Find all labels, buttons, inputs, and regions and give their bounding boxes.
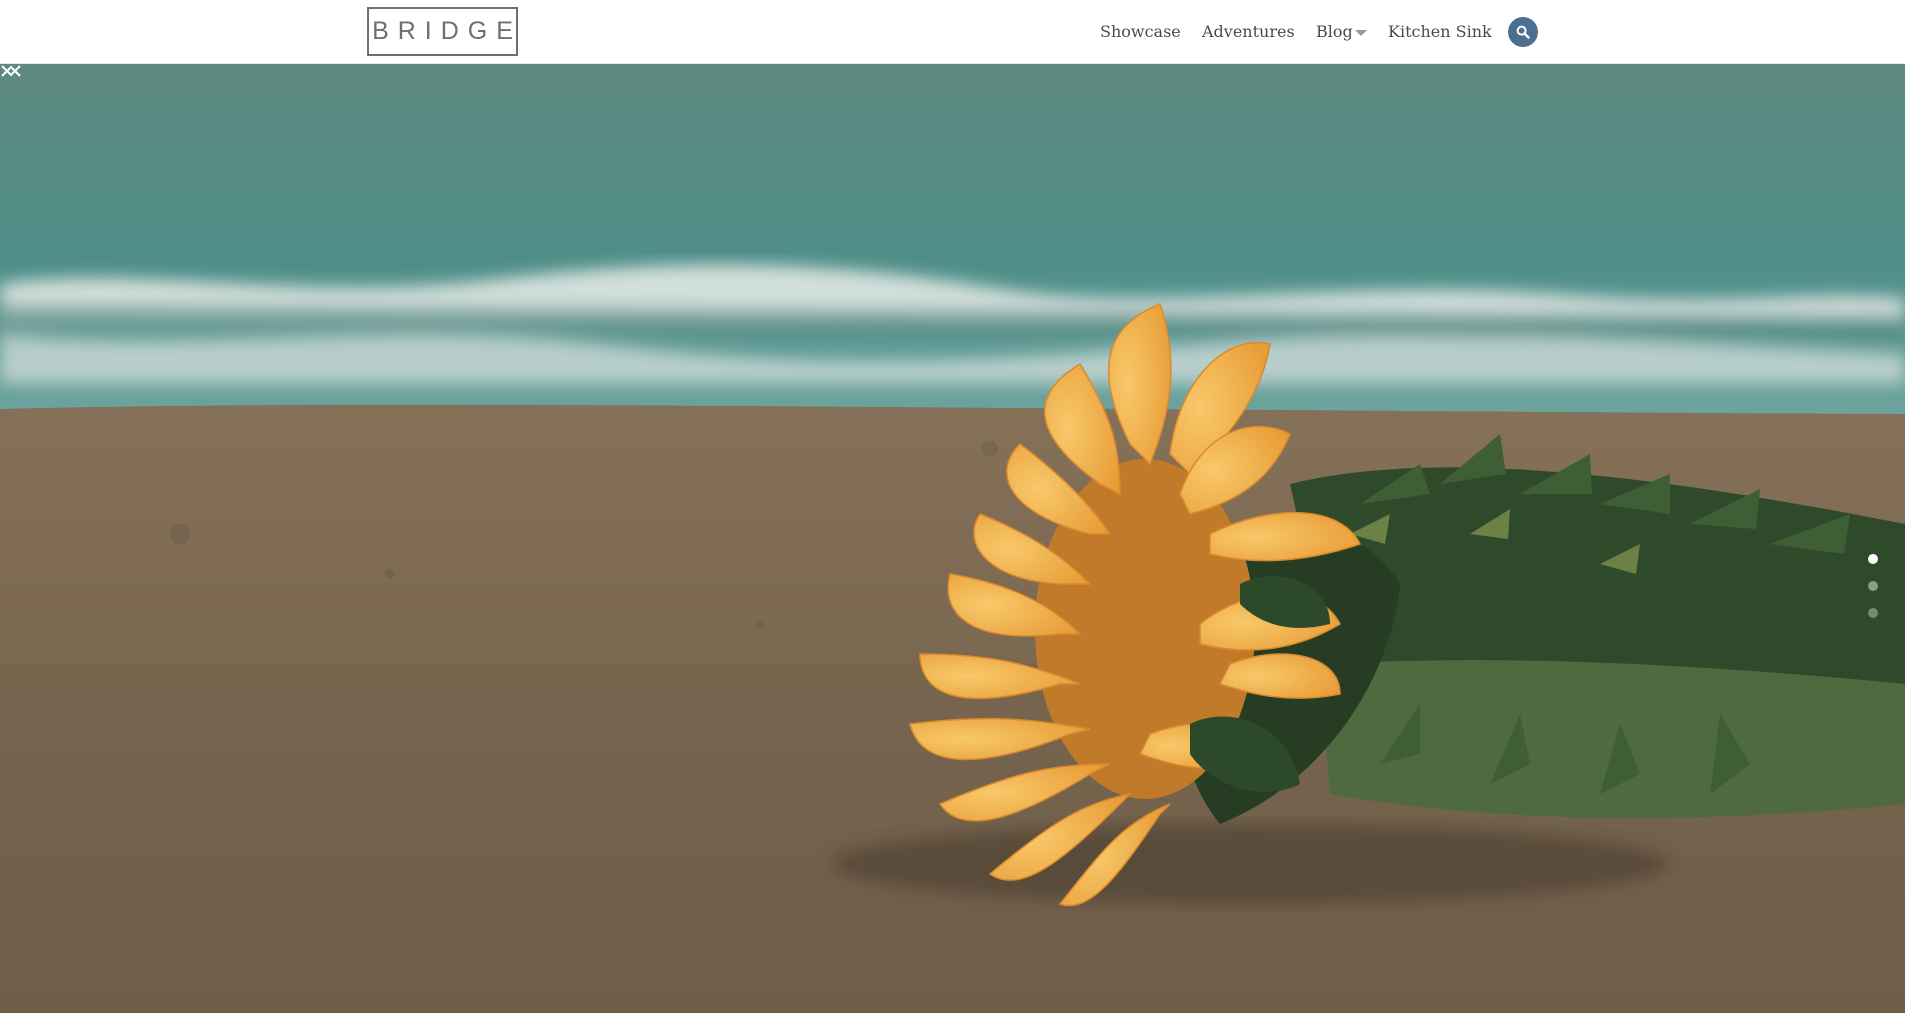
search-icon bbox=[1516, 25, 1530, 39]
hero-slider bbox=[0, 64, 1905, 1013]
nav-item-kitchen-sink[interactable]: Kitchen Sink bbox=[1388, 20, 1492, 44]
chevron-down-icon[interactable] bbox=[0, 64, 22, 78]
nav-item-adventures[interactable]: Adventures bbox=[1202, 20, 1295, 44]
site-logo[interactable]: BRIDGE bbox=[367, 7, 518, 56]
nav-item-showcase[interactable]: Showcase bbox=[1100, 20, 1181, 44]
slider-dot-1[interactable] bbox=[1868, 554, 1878, 564]
site-header: BRIDGE Showcase Adventures Blog Kitchen … bbox=[0, 0, 1905, 64]
slider-dot-3[interactable] bbox=[1868, 608, 1878, 618]
search-button[interactable] bbox=[1508, 17, 1538, 47]
logo-text: BRIDGE bbox=[372, 17, 522, 45]
hero-image bbox=[0, 64, 1905, 1013]
slider-pagination bbox=[1868, 554, 1880, 624]
nav-item-blog[interactable]: Blog bbox=[1316, 20, 1353, 44]
chevron-down-icon[interactable] bbox=[1355, 30, 1367, 36]
slider-dot-2[interactable] bbox=[1868, 581, 1878, 591]
